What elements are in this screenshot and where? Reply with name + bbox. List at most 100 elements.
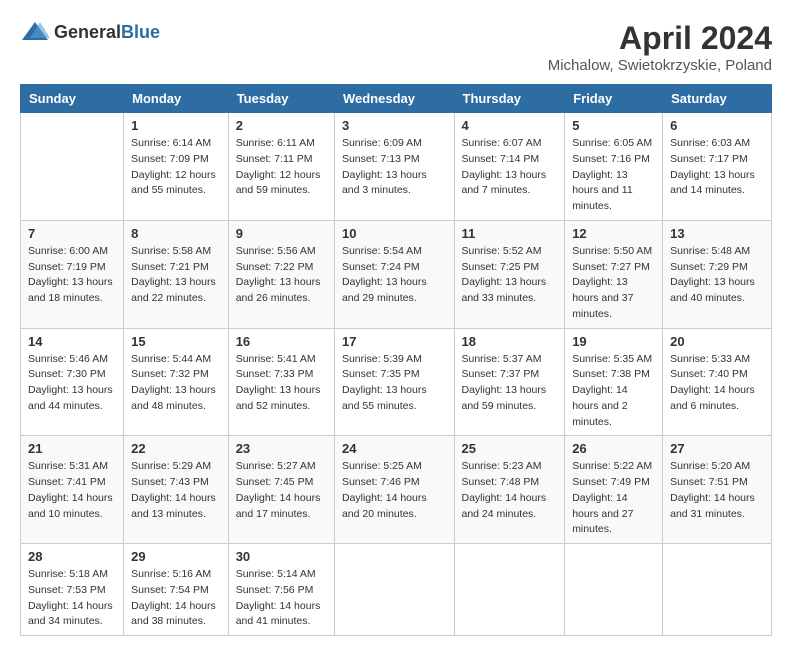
day-number: 18 [462, 334, 558, 349]
column-header-saturday: Saturday [663, 85, 772, 113]
calendar-cell: 5Sunrise: 6:05 AMSunset: 7:16 PMDaylight… [565, 113, 663, 221]
calendar-cell: 14 Sunrise: 5:46 AMSunset: 7:30 PMDayligh… [21, 328, 124, 436]
logo-icon [20, 20, 50, 44]
calendar-cell: 3 Sunrise: 6:09 AMSunset: 7:13 PMDaylight… [334, 113, 454, 221]
column-header-thursday: Thursday [454, 85, 565, 113]
day-info: Sunrise: 5:14 AMSunset: 7:56 PMDaylight:… [236, 567, 327, 630]
week-row-2: 7 Sunrise: 6:00 AMSunset: 7:19 PMDaylight… [21, 220, 772, 328]
day-info: Sunrise: 5:58 AMSunset: 7:21 PMDaylight:… [131, 244, 221, 307]
calendar-cell: 17Sunrise: 5:39 AMSunset: 7:35 PMDayligh… [334, 328, 454, 436]
day-info: Sunrise: 5:27 AMSunset: 7:45 PMDaylight:… [236, 459, 327, 522]
day-number: 11 [462, 226, 558, 241]
day-number: 24 [342, 441, 447, 456]
day-number: 5 [572, 118, 655, 133]
day-number: 19 [572, 334, 655, 349]
day-number: 29 [131, 549, 221, 564]
day-info: Sunrise: 5:46 AMSunset: 7:30 PMDaylight:… [28, 352, 116, 415]
day-number: 25 [462, 441, 558, 456]
day-number: 10 [342, 226, 447, 241]
title-section: April 2024 Michalow, Swietokrzyskie, Pol… [548, 20, 772, 74]
calendar-cell: 19Sunrise: 5:35 AMSunset: 7:38 PMDayligh… [565, 328, 663, 436]
logo-general-text: General [54, 22, 121, 42]
calendar-table: SundayMondayTuesdayWednesdayThursdayFrid… [20, 84, 772, 636]
calendar-cell: 7 Sunrise: 6:00 AMSunset: 7:19 PMDaylight… [21, 220, 124, 328]
calendar-cell: 12 Sunrise: 5:50 AMSunset: 7:27 PMDayligh… [565, 220, 663, 328]
calendar-cell [21, 113, 124, 221]
day-number: 14 [28, 334, 116, 349]
location-subtitle: Michalow, Swietokrzyskie, Poland [548, 57, 772, 74]
day-info: Sunrise: 5:22 AMSunset: 7:49 PMDaylight:… [572, 459, 655, 538]
day-info: Sunrise: 5:18 AMSunset: 7:53 PMDaylight:… [28, 567, 116, 630]
day-number: 26 [572, 441, 655, 456]
week-row-5: 28 Sunrise: 5:18 AMSunset: 7:53 PMDayligh… [21, 544, 772, 636]
calendar-cell: 4 Sunrise: 6:07 AMSunset: 7:14 PMDaylight… [454, 113, 565, 221]
day-number: 3 [342, 118, 447, 133]
day-number: 27 [670, 441, 764, 456]
calendar-cell: 10Sunrise: 5:54 AMSunset: 7:24 PMDayligh… [334, 220, 454, 328]
day-info: Sunrise: 5:31 AMSunset: 7:41 PMDaylight:… [28, 459, 116, 522]
column-header-tuesday: Tuesday [228, 85, 334, 113]
day-number: 1 [131, 118, 221, 133]
day-info: Sunrise: 6:07 AMSunset: 7:14 PMDaylight:… [462, 136, 558, 199]
calendar-cell: 2 Sunrise: 6:11 AMSunset: 7:11 PMDaylight… [228, 113, 334, 221]
calendar-cell: 15Sunrise: 5:44 AMSunset: 7:32 PMDayligh… [124, 328, 229, 436]
day-number: 28 [28, 549, 116, 564]
calendar-cell: 28 Sunrise: 5:18 AMSunset: 7:53 PMDayligh… [21, 544, 124, 636]
day-number: 21 [28, 441, 116, 456]
day-number: 12 [572, 226, 655, 241]
day-number: 4 [462, 118, 558, 133]
day-info: Sunrise: 5:50 AMSunset: 7:27 PMDaylight:… [572, 244, 655, 323]
day-info: Sunrise: 5:52 AMSunset: 7:25 PMDaylight:… [462, 244, 558, 307]
calendar-cell: 13Sunrise: 5:48 AMSunset: 7:29 PMDayligh… [663, 220, 772, 328]
day-number: 15 [131, 334, 221, 349]
day-number: 20 [670, 334, 764, 349]
calendar-cell: 16 Sunrise: 5:41 AMSunset: 7:33 PMDayligh… [228, 328, 334, 436]
calendar-cell: 11 Sunrise: 5:52 AMSunset: 7:25 PMDayligh… [454, 220, 565, 328]
calendar-cell: 25 Sunrise: 5:23 AMSunset: 7:48 PMDayligh… [454, 436, 565, 544]
logo: GeneralBlue [20, 20, 160, 44]
day-number: 9 [236, 226, 327, 241]
month-title: April 2024 [548, 20, 772, 57]
calendar-cell [334, 544, 454, 636]
week-row-4: 21 Sunrise: 5:31 AMSunset: 7:41 PMDayligh… [21, 436, 772, 544]
day-number: 22 [131, 441, 221, 456]
day-info: Sunrise: 6:00 AMSunset: 7:19 PMDaylight:… [28, 244, 116, 307]
calendar-cell [454, 544, 565, 636]
day-info: Sunrise: 5:37 AMSunset: 7:37 PMDaylight:… [462, 352, 558, 415]
calendar-cell: 1 Sunrise: 6:14 AMSunset: 7:09 PMDaylight… [124, 113, 229, 221]
day-number: 30 [236, 549, 327, 564]
day-number: 7 [28, 226, 116, 241]
page-header: GeneralBlue April 2024 Michalow, Swietok… [20, 20, 772, 74]
calendar-cell: 24Sunrise: 5:25 AMSunset: 7:46 PMDayligh… [334, 436, 454, 544]
day-info: Sunrise: 5:20 AMSunset: 7:51 PMDaylight:… [670, 459, 764, 522]
day-info: Sunrise: 6:03 AMSunset: 7:17 PMDaylight:… [670, 136, 764, 199]
calendar-cell: 27 Sunrise: 5:20 AMSunset: 7:51 PMDayligh… [663, 436, 772, 544]
calendar-cell: 26 Sunrise: 5:22 AMSunset: 7:49 PMDayligh… [565, 436, 663, 544]
calendar-header-row: SundayMondayTuesdayWednesdayThursdayFrid… [21, 85, 772, 113]
day-info: Sunrise: 5:16 AMSunset: 7:54 PMDaylight:… [131, 567, 221, 630]
day-info: Sunrise: 5:29 AMSunset: 7:43 PMDaylight:… [131, 459, 221, 522]
day-info: Sunrise: 6:11 AMSunset: 7:11 PMDaylight:… [236, 136, 327, 199]
day-number: 23 [236, 441, 327, 456]
day-info: Sunrise: 5:33 AMSunset: 7:40 PMDaylight:… [670, 352, 764, 415]
day-number: 13 [670, 226, 764, 241]
calendar-cell [565, 544, 663, 636]
day-info: Sunrise: 6:14 AMSunset: 7:09 PMDaylight:… [131, 136, 221, 199]
calendar-cell: 6Sunrise: 6:03 AMSunset: 7:17 PMDaylight… [663, 113, 772, 221]
calendar-cell [663, 544, 772, 636]
calendar-cell: 8Sunrise: 5:58 AMSunset: 7:21 PMDaylight… [124, 220, 229, 328]
column-header-monday: Monday [124, 85, 229, 113]
column-header-sunday: Sunday [21, 85, 124, 113]
day-number: 16 [236, 334, 327, 349]
calendar-cell: 21 Sunrise: 5:31 AMSunset: 7:41 PMDayligh… [21, 436, 124, 544]
day-info: Sunrise: 5:23 AMSunset: 7:48 PMDaylight:… [462, 459, 558, 522]
calendar-cell: 9Sunrise: 5:56 AMSunset: 7:22 PMDaylight… [228, 220, 334, 328]
day-number: 17 [342, 334, 447, 349]
day-number: 2 [236, 118, 327, 133]
week-row-3: 14 Sunrise: 5:46 AMSunset: 7:30 PMDayligh… [21, 328, 772, 436]
day-info: Sunrise: 6:09 AMSunset: 7:13 PMDaylight:… [342, 136, 447, 199]
column-header-friday: Friday [565, 85, 663, 113]
day-info: Sunrise: 5:41 AMSunset: 7:33 PMDaylight:… [236, 352, 327, 415]
calendar-cell: 23 Sunrise: 5:27 AMSunset: 7:45 PMDayligh… [228, 436, 334, 544]
week-row-1: 1 Sunrise: 6:14 AMSunset: 7:09 PMDaylight… [21, 113, 772, 221]
